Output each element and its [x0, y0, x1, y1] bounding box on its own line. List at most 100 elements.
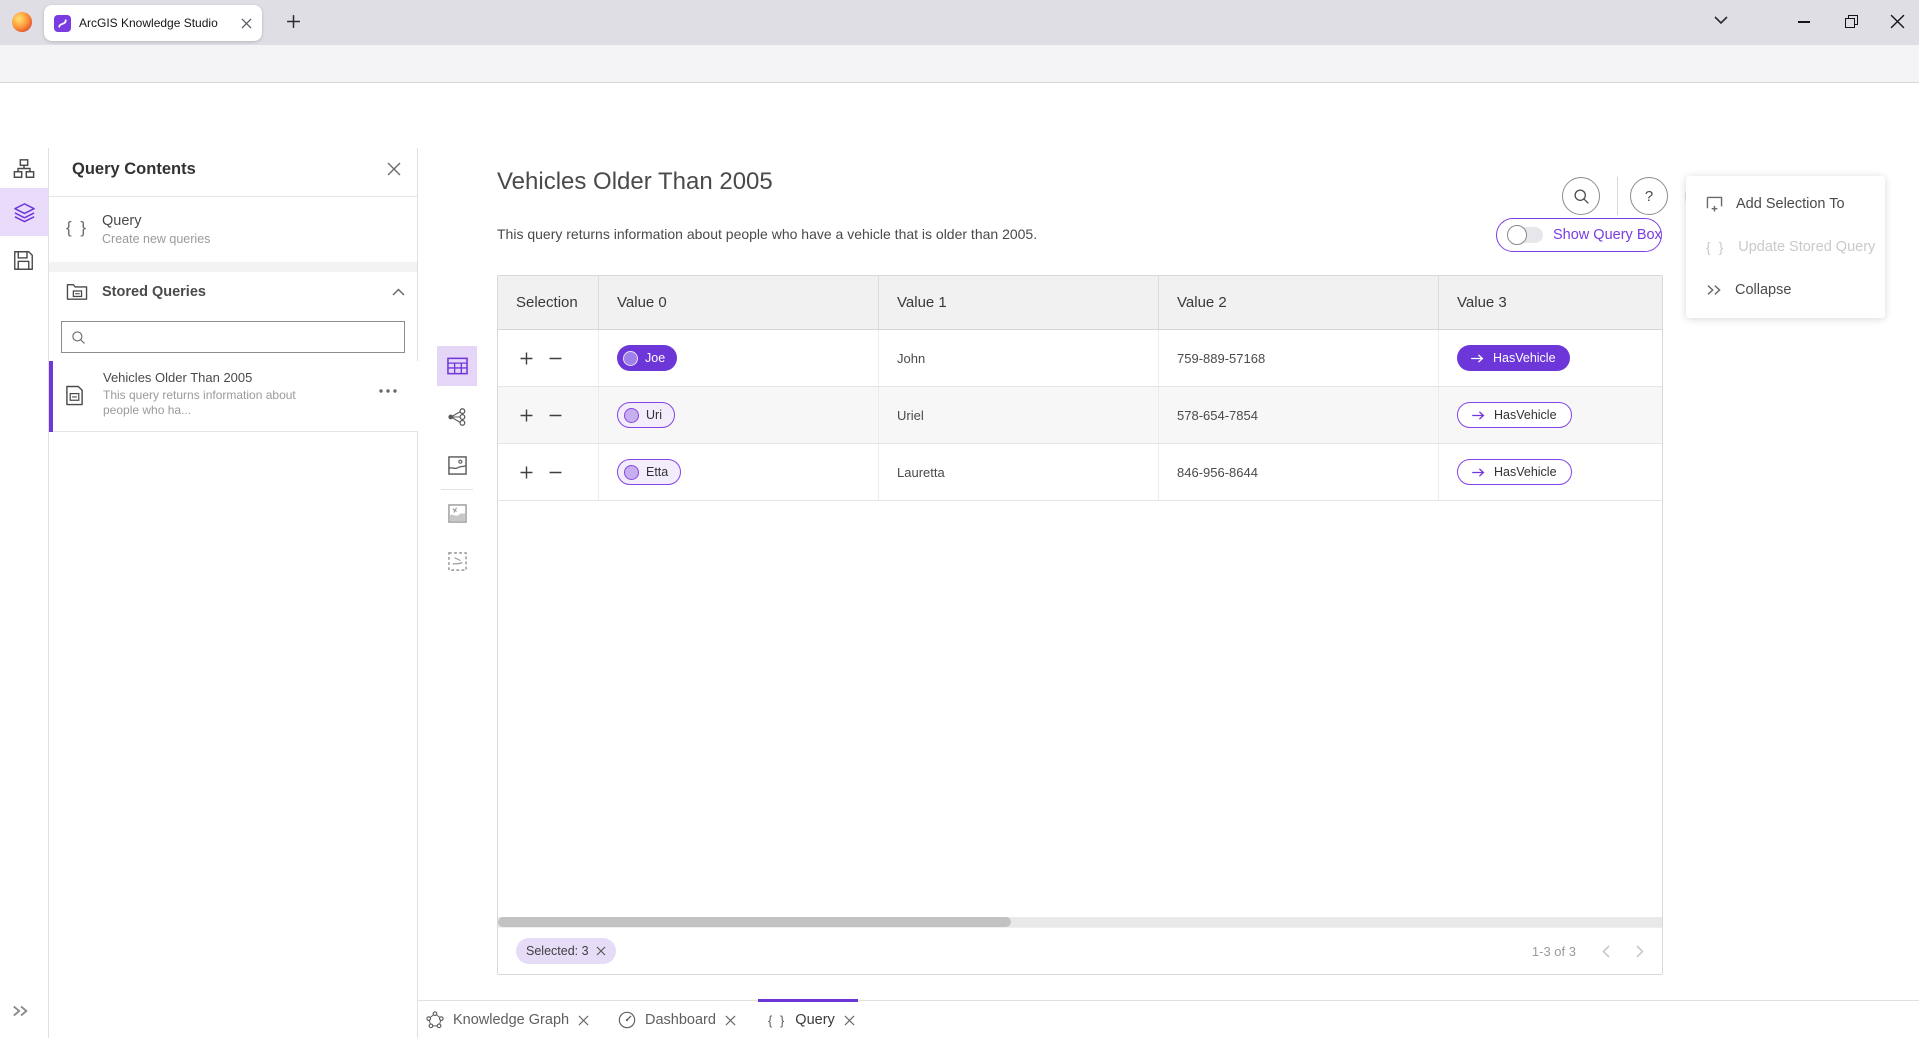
toggle-knob[interactable]	[1507, 225, 1527, 245]
table-row[interactable]: Uri Uriel 578-654-7854 HasVehicle	[498, 387, 1662, 444]
tab-close-icon[interactable]	[578, 1015, 589, 1026]
entity-pill[interactable]: Etta	[617, 459, 681, 485]
horizontal-scrollbar[interactable]	[498, 917, 1662, 927]
relation-pill[interactable]: HasVehicle	[1457, 345, 1570, 371]
results-table: Selection Value 0 Value 1 Value 2 Value …	[497, 275, 1663, 975]
clear-selection-icon[interactable]	[596, 946, 606, 956]
column-header[interactable]: Value 2	[1159, 276, 1439, 329]
menu-item-add-selection-to[interactable]: Add Selection To	[1686, 182, 1885, 225]
bottom-tab-bar: Knowledge Graph Dashboard { } Query	[418, 1000, 1919, 1038]
table-empty-area	[498, 501, 1662, 917]
query-item-subtitle: Create new queries	[102, 232, 210, 246]
window-close-button[interactable]	[1890, 14, 1905, 29]
stored-queries-folder-icon	[66, 281, 88, 301]
layers-icon[interactable]	[13, 201, 36, 224]
chevron-up-icon[interactable]	[392, 288, 405, 296]
selected-indicator-bar	[49, 361, 53, 432]
tab-query[interactable]: { } Query	[768, 1001, 855, 1038]
entity-dot-icon	[624, 465, 639, 480]
toolbar-divider	[441, 489, 473, 490]
column-header[interactable]: Value 1	[879, 276, 1159, 329]
braces-icon: { }	[66, 218, 88, 238]
add-selection-icon[interactable]	[520, 352, 533, 365]
arcgis-knowledge-logo-icon	[54, 15, 71, 32]
tab-close-icon[interactable]	[725, 1015, 736, 1026]
stored-query-item[interactable]: Vehicles Older Than 2005 This query retu…	[49, 361, 418, 432]
pagination-label: 1-3 of 3	[1532, 944, 1576, 959]
search-input[interactable]	[94, 330, 395, 345]
save-icon[interactable]	[13, 250, 34, 271]
query-item-title: Query	[102, 213, 142, 229]
data-model-icon[interactable]	[13, 158, 35, 180]
stored-queries-search-box[interactable]	[61, 321, 405, 353]
help-button[interactable]: ?	[1630, 177, 1668, 215]
new-map-view-button[interactable]	[437, 493, 477, 533]
remove-selection-icon[interactable]	[549, 471, 562, 474]
column-header[interactable]: Value 3	[1439, 276, 1662, 329]
scrollbar-thumb[interactable]	[498, 917, 1011, 927]
browser-tab[interactable]: ArcGIS Knowledge Studio	[44, 5, 262, 41]
column-header[interactable]: Value 0	[599, 276, 879, 329]
entity-dot-icon	[623, 351, 638, 366]
tab-close-icon[interactable]	[241, 18, 252, 29]
stored-queries-title: Stored Queries	[102, 284, 206, 300]
relation-pill[interactable]: HasVehicle	[1457, 459, 1572, 485]
show-query-box-toggle[interactable]: Show Query Box	[1496, 218, 1662, 252]
cell-value2: 846-956-8644	[1159, 444, 1439, 500]
screen: ArcGIS Knowledge Studio	[0, 0, 1919, 1038]
tab-close-icon[interactable]	[844, 1015, 855, 1026]
window-restore-button[interactable]	[1845, 15, 1859, 29]
tab-list-chevron-icon[interactable]	[1714, 16, 1728, 25]
selected-count-chip[interactable]: Selected: 3	[516, 938, 616, 964]
more-options-icon[interactable]	[379, 389, 397, 393]
firefox-icon[interactable]	[12, 12, 32, 32]
table-row[interactable]: Etta Lauretta 846-956-8644 HasVehicle	[498, 444, 1662, 501]
new-query-item[interactable]	[49, 197, 417, 262]
page-description: This query returns information about peo…	[497, 226, 1037, 242]
add-selection-icon[interactable]	[520, 466, 533, 479]
menu-item-collapse[interactable]: Collapse	[1686, 268, 1885, 311]
table-row[interactable]: Joe John 759-889-57168 HasVehicle	[498, 330, 1662, 387]
add-selection-icon[interactable]	[520, 409, 533, 422]
remove-selection-icon[interactable]	[549, 357, 562, 360]
tab-knowledge-graph[interactable]: Knowledge Graph	[426, 1001, 589, 1038]
relation-pill[interactable]: HasVehicle	[1457, 402, 1572, 428]
header-search-button[interactable]	[1562, 177, 1600, 215]
map-view-button[interactable]	[437, 445, 477, 485]
question-icon: ?	[1645, 188, 1653, 205]
left-icon-rail	[0, 148, 49, 1038]
search-icon	[71, 330, 86, 345]
braces-icon: { }	[1706, 239, 1725, 255]
link-chart-view-button[interactable]	[437, 397, 477, 437]
toggle-track[interactable]	[1509, 227, 1543, 243]
expand-panel-icon[interactable]	[12, 1004, 30, 1018]
window-minimize-button[interactable]	[1798, 21, 1810, 23]
stored-query-doc-icon	[65, 385, 84, 406]
browser-tab-bar: ArcGIS Knowledge Studio	[0, 0, 1919, 45]
tab-dashboard[interactable]: Dashboard	[618, 1001, 736, 1038]
cell-value2: 578-654-7854	[1159, 387, 1439, 443]
column-header[interactable]: Selection	[498, 276, 599, 329]
page-title: Vehicles Older Than 2005	[497, 168, 773, 196]
table-header-row: Selection Value 0 Value 1 Value 2 Value …	[498, 276, 1662, 330]
entity-pill[interactable]: Uri	[617, 402, 675, 428]
new-tab-button[interactable]	[286, 14, 301, 29]
prev-page-icon[interactable]	[1602, 945, 1610, 958]
app-header: Certification Project ? PL publisher2 la…	[0, 83, 1919, 148]
arrow-right-icon	[1472, 468, 1485, 477]
section-gap	[49, 262, 417, 272]
context-menu: Add Selection To { } Update Stored Query…	[1686, 176, 1885, 318]
table-view-button[interactable]	[437, 346, 477, 386]
next-page-icon[interactable]	[1636, 945, 1644, 958]
cell-value1: Lauretta	[879, 444, 1159, 500]
panel-title: Query Contents	[72, 160, 196, 179]
stored-query-description: This query returns information about peo…	[103, 388, 333, 418]
cell-value2: 759-889-57168	[1159, 330, 1439, 386]
remove-selection-icon[interactable]	[549, 414, 562, 417]
entity-pill[interactable]: Joe	[617, 345, 677, 371]
panel-close-icon[interactable]	[387, 162, 401, 176]
braces-icon: { }	[768, 1013, 786, 1028]
selection-map-view-button[interactable]	[437, 541, 477, 581]
menu-item-update-stored-query[interactable]: { } Update Stored Query	[1686, 225, 1885, 268]
add-selection-to-icon	[1706, 196, 1723, 212]
